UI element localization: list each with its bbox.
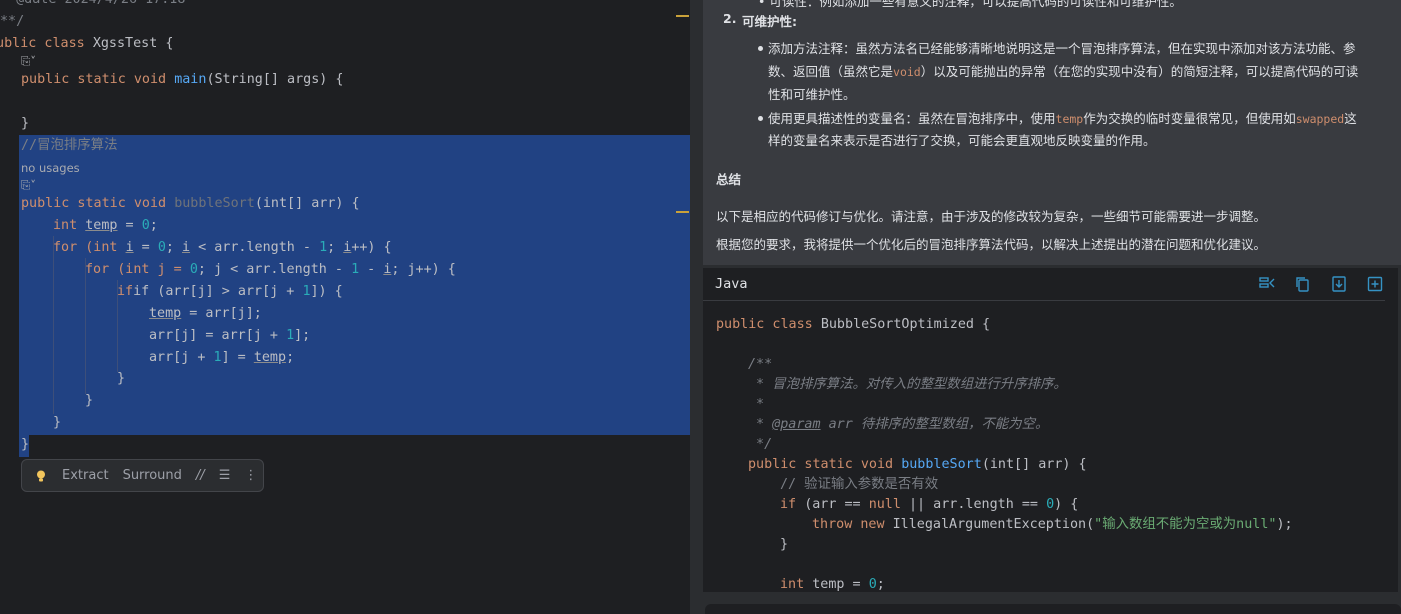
code-line: * 冒泡排序算法。对传入的整型数组进行升序排序。 <box>748 377 1067 392</box>
section-heading: 总结 <box>716 172 742 187</box>
code-line: */ <box>748 437 773 452</box>
code-line: public class XgssTest { <box>0 36 174 51</box>
code-snippet-header: Java <box>703 268 1385 301</box>
chat-message: • 可读性：例如添加一些有意义的注释，可以提高代码的可读性和可维护性。 2. 可… <box>703 0 1401 265</box>
panel-splitter[interactable] <box>690 0 703 614</box>
message-text: • 可读性：例如添加一些有意义的注释，可以提高代码的可读性和可维护性。 <box>758 0 1182 9</box>
code-line: /** <box>748 357 773 372</box>
code-vision-hint-icon[interactable]: ⎘˅ <box>21 54 36 69</box>
ai-assistant-panel: • 可读性：例如添加一些有意义的注释，可以提高代码的可读性和可维护性。 2. 可… <box>703 0 1401 614</box>
code-line: arr[j + 1] = temp; <box>149 350 295 365</box>
indent-guide <box>117 280 118 372</box>
list-number: 2. <box>723 11 737 26</box>
message-text: 添加方法注释：虽然方法名已经能够清晰地说明这是一个冒泡排序算法，但在实现中添加对… <box>768 41 1356 56</box>
chat-input[interactable] <box>705 604 1401 614</box>
code-line: arr[j] = arr[j + 1]; <box>149 328 311 343</box>
code-vision-hint-icon[interactable]: ⎘˅ <box>21 178 36 193</box>
code-line: } <box>780 537 789 552</box>
code-line: **/ <box>0 14 25 29</box>
list-title: 可维护性: <box>742 14 797 29</box>
more-icon[interactable]: ⋮ <box>244 468 257 483</box>
no-usages-hint[interactable]: no usages <box>21 161 80 175</box>
indent-guide <box>85 258 86 394</box>
code-line: throw new IllegalArgumentException("输入数组… <box>812 517 1293 532</box>
message-text: 性和可维护性。 <box>768 87 856 102</box>
scroll-marker <box>676 15 689 17</box>
code-line: } <box>117 371 126 386</box>
reformat-icon[interactable]: ☰ <box>219 468 231 483</box>
code-line: * @date 2024/4/26 17:18 <box>0 0 185 11</box>
scroll-marker <box>676 211 689 213</box>
bullet <box>758 116 763 121</box>
code-line: } <box>53 415 62 430</box>
code-line: ifif (arr[j] > arr[j + 1]) { <box>117 284 343 299</box>
extract-button[interactable]: Extract <box>62 468 109 483</box>
message-text: 使用更具描述性的变量名：虽然在冒泡排序中，使用temp作为交换的临时变量很常见，… <box>768 111 1357 126</box>
code-line: int temp = 0; <box>53 218 158 233</box>
code-snippet: Java public class BubbleSortOptimized { … <box>703 268 1398 592</box>
code-line: temp = arr[j]; <box>149 306 262 321</box>
message-text: 以下是相应的代码修订与优化。请注意，由于涉及的修改较为复杂，一些细节可能需要进一… <box>716 209 1267 224</box>
comment-icon[interactable]: // <box>196 468 205 483</box>
message-text: 数、返回值（虽然它是void）以及可能抛出的异常（在您的实现中没有）的简短注释，… <box>768 64 1359 79</box>
code-line: for (int j = 0; j < arr.length - 1 - i; … <box>85 262 456 277</box>
insert-at-caret-icon[interactable] <box>1331 276 1347 292</box>
code-comment: //冒泡排序算法 <box>21 138 118 153</box>
message-text: 根据您的要求，我将提供一个优化后的冒泡排序算法代码，以解决上述提出的潜在问题和优… <box>716 237 1267 252</box>
code-line: public class BubbleSortOptimized { <box>716 317 991 332</box>
surround-button[interactable]: Surround <box>123 468 182 483</box>
code-language-label: Java <box>715 276 748 292</box>
message-text: 样的变量名来表示是否进行了交换，可能会更直观地反映变量的作用。 <box>768 133 1156 148</box>
code-line: * @param arr 待排序的整型数组，不能为空。 <box>748 417 1049 432</box>
bullet <box>758 46 763 51</box>
code-line: public static void main(String[] args) { <box>21 72 344 87</box>
code-line: } <box>21 437 30 452</box>
code-line: * <box>748 397 765 412</box>
code-line: } <box>85 393 94 408</box>
code-line: public static void bubbleSort(int[] arr)… <box>748 457 1087 472</box>
code-line: if (arr == null || arr.length == 0) { <box>780 497 1079 512</box>
code-line: public static void bubbleSort(int[] arr)… <box>21 196 360 211</box>
code-line: // 验证输入参数是否有效 <box>780 477 939 492</box>
code-editor[interactable]: * @date 2024/4/26 17:18 **/ public class… <box>0 0 690 614</box>
lightbulb-icon[interactable] <box>34 469 48 483</box>
new-file-icon[interactable] <box>1367 276 1383 292</box>
code-line: for (int i = 0; i < arr.length - 1; i++)… <box>53 240 392 255</box>
copy-icon[interactable] <box>1295 276 1311 292</box>
floating-toolbar: Extract Surround // ☰ ⋮ <box>21 459 264 492</box>
code-line: int temp = 0; <box>780 577 885 592</box>
show-diff-icon[interactable] <box>1259 276 1275 292</box>
code-line: } <box>21 116 30 131</box>
indent-guide <box>53 236 54 414</box>
